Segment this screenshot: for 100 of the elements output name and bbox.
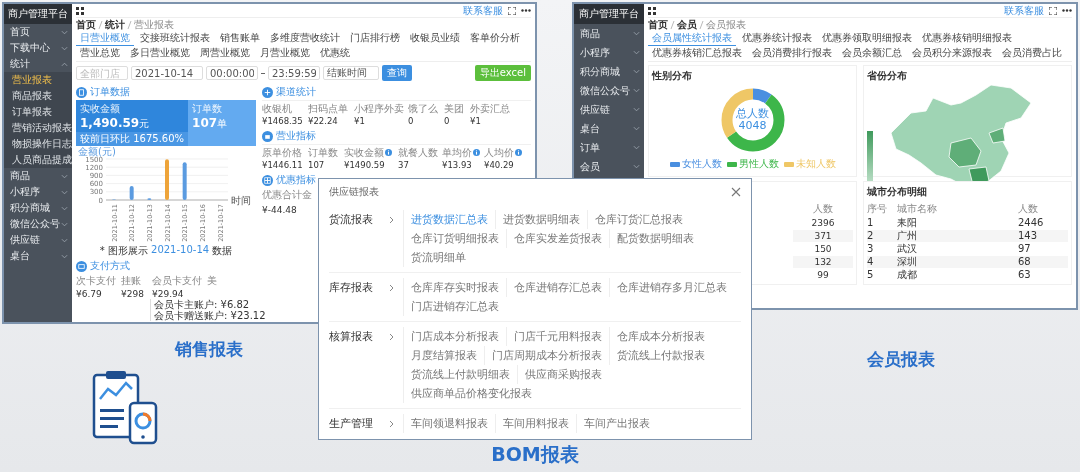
report-link[interactable]: 仓库进销存多月汇总表 [609,278,734,297]
sidebar-item[interactable]: 统计 [4,56,72,72]
column-header: 美 [207,274,218,288]
report-tab[interactable]: 销售账单 [216,31,264,46]
help-icon[interactable] [385,149,392,156]
report-link[interactable]: 仓库进销存汇总表 [506,278,609,297]
report-link[interactable]: 门店千元用料报表 [506,327,609,346]
report-link[interactable]: 仓库库存实时报表 [403,278,506,297]
sidebar-item[interactable]: 商品 [4,168,72,184]
report-tab[interactable]: 会员消费排行报表 [748,46,836,61]
report-tab[interactable]: 交接班统计报表 [136,31,214,46]
report-link[interactable]: 仓库订货汇总报表 [587,210,690,229]
date-field[interactable]: 2021-10-14 [131,66,203,80]
sidebar-subitem[interactable]: 商品报表 [4,88,72,104]
sidebar-item[interactable]: 桌台 [574,119,644,138]
report-link[interactable]: 门店进销存汇总表 [403,297,506,316]
table-cell-text: ¥29.94 [152,289,185,299]
sidebar-subitem[interactable]: 人员商品提成 [4,152,72,168]
report-link[interactable]: 门店周期成本分析报表 [484,346,609,365]
breadcrumb-link[interactable]: 会员 [677,17,697,32]
chart-date: 2021-10-14 [151,244,210,257]
report-tab[interactable]: 会员消费占比 [998,46,1066,61]
sidebar-item[interactable]: 微信公众号 [4,216,72,232]
report-link[interactable]: 供应商采购报表 [517,365,609,384]
fullscreen-icon[interactable] [508,6,516,15]
fullscreen-icon[interactable] [1049,6,1057,15]
report-tab[interactable]: 月营业概览 [256,46,314,61]
report-tab[interactable]: 收银员业绩 [406,31,464,46]
report-tab[interactable]: 会员属性统计报表 [648,31,736,46]
report-link[interactable]: 配货数据明细表 [609,229,701,248]
grid-icon[interactable] [648,6,656,15]
sidebar-item[interactable]: 小程序 [4,184,72,200]
breadcrumb-link[interactable]: 统计 [105,17,125,32]
report-tab[interactable]: 优惠券核销明细报表 [918,31,1016,46]
report-link[interactable]: 月度结算报表 [403,346,484,365]
report-link[interactable]: 门店成本分析报表 [403,327,506,346]
summary-card[interactable]: 实收金额 1,490.59元 较前日环比 1675.60% [76,100,189,146]
sidebar-item[interactable]: 微信公众号 [574,81,644,100]
report-tab[interactable]: 周营业概览 [196,46,254,61]
store-select[interactable]: 全部门店 [76,66,128,80]
close-icon[interactable] [731,187,741,197]
sidebar-item[interactable]: 桌台 [4,248,72,264]
breadcrumb-link[interactable]: 首页 [76,17,96,32]
chevron-right-icon [389,284,394,292]
report-link[interactable]: 仓库订货明细报表 [403,229,506,248]
report-tab[interactable]: 优惠券统计报表 [738,31,816,46]
column-header: 人均价 [484,147,531,158]
help-icon[interactable] [515,149,522,156]
report-link[interactable]: 货流线上付款报表 [609,346,712,365]
report-link[interactable]: 供应商单品价格变化报表 [403,384,539,403]
sidebar-item[interactable]: 小程序 [574,43,644,62]
report-link[interactable]: 货流明细单 [403,248,473,267]
sidebar-subitem[interactable]: 物损操作日志 [4,136,72,152]
report-link[interactable]: 进货数据明细表 [495,210,587,229]
sidebar-item[interactable]: 下载中心 [4,40,72,56]
report-link[interactable]: 进货数据汇总表 [403,210,495,229]
report-tab[interactable]: 多维度营收统计 [266,31,344,46]
contact-support-link[interactable]: 联系客服 [463,4,503,18]
sidebar-subitem[interactable]: 营业报表 [4,72,72,88]
report-tab[interactable]: 门店排行榜 [346,31,404,46]
report-tab[interactable]: 营业总览 [76,46,124,61]
group-label: 核算报表 [329,329,374,345]
breadcrumb-link[interactable]: 首页 [648,17,668,32]
more-icon[interactable] [521,9,531,12]
start-time-field[interactable]: 00:00:00 [206,66,258,80]
sidebar-item[interactable]: 首页 [4,24,72,40]
time-type-select[interactable]: 结账时间 [323,66,379,80]
column-header: 人数 [812,202,834,216]
sidebar-item[interactable]: 积分商城 [574,62,644,81]
sidebar-item[interactable]: 供应链 [4,232,72,248]
help-icon[interactable] [473,149,480,156]
donut-center-value: 4048 [738,120,767,132]
report-link[interactable]: 仓库实发差货报表 [506,229,609,248]
sidebar-item[interactable]: 商品 [574,24,644,43]
sidebar-item[interactable]: 积分商城 [4,200,72,216]
end-time-field[interactable]: 23:59:59 [268,66,320,80]
report-link[interactable]: 车间产出报表 [576,414,657,433]
report-tab[interactable]: 优惠券领取明细报表 [818,31,916,46]
report-link[interactable]: 仓库成本分析报表 [609,327,712,346]
report-tab[interactable]: 优惠统 [316,46,354,61]
grid-icon[interactable] [76,6,84,15]
report-tab[interactable]: 多日营业概览 [126,46,194,61]
report-link[interactable]: 货流线上付款明细表 [403,365,517,384]
sidebar-item[interactable]: 订单 [574,138,644,157]
contact-support-link[interactable]: 联系客服 [1004,4,1044,18]
sidebar-item[interactable]: 会员 [574,157,644,176]
report-tab[interactable]: 客单价分析 [466,31,524,46]
report-tab[interactable]: 优惠券核销汇总报表 [648,46,746,61]
column-header: 人数 [1018,202,1039,216]
report-tab[interactable]: 会员余额汇总 [838,46,906,61]
report-tab[interactable]: 会员积分来源报表 [908,46,996,61]
sidebar-item[interactable]: 供应链 [574,100,644,119]
more-icon[interactable] [1062,9,1072,12]
report-link[interactable]: 车间用料报表 [495,414,576,433]
panel-title: 城市分布明细 [867,185,928,199]
sidebar-subitem[interactable]: 订单报表 [4,104,72,120]
table-cell-text: 0 [408,116,415,126]
sidebar-subitem[interactable]: 营销活动报表 [4,120,72,136]
report-link[interactable]: 车间领退料报表 [403,414,495,433]
report-tab[interactable]: 日营业概览 [76,31,134,46]
